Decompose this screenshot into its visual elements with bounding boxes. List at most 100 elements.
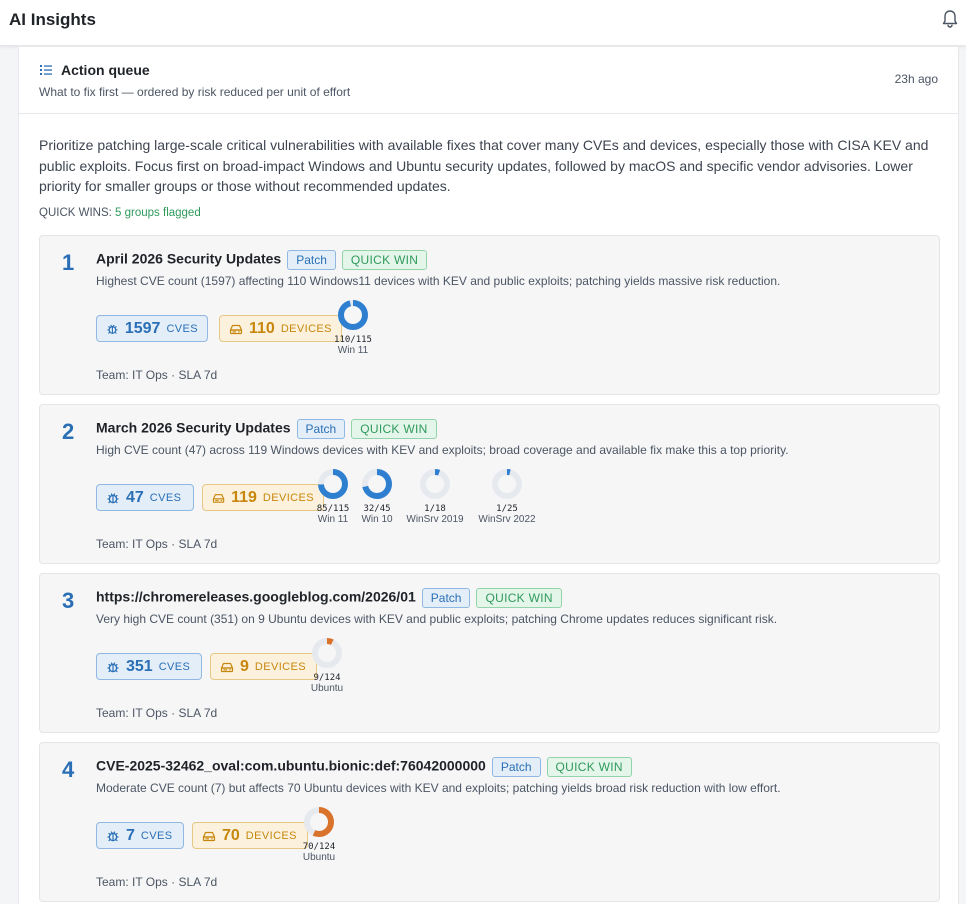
coverage-donut (420, 469, 450, 499)
cve-count: 1597 (124, 319, 161, 337)
platform-name: Ubuntu (302, 852, 336, 863)
action-card[interactable]: 2 March 2026 Security Updates Patch QUICK W… (39, 404, 940, 564)
action-queue-subtitle: What to fix first — ordered by risk redu… (39, 85, 351, 99)
quick-win-tag: QUICK WIN (341, 250, 428, 270)
bug-icon (107, 661, 119, 672)
platform-name: Win 11 (337, 345, 369, 356)
cve-count-chip[interactable]: 351 CVES (96, 653, 202, 680)
card-title-text: April 2026 Security Updates (96, 250, 282, 267)
card-description: Very high CVE count (351) on 9 Ubuntu de… (96, 612, 778, 626)
quick-win-tag: QUICK WIN (476, 588, 562, 608)
platform-name: Ubuntu (310, 683, 344, 694)
quick-wins-count: 5 groups flagged (115, 207, 201, 219)
rank-number: 4 (62, 757, 75, 782)
updated-timestamp: 23h ago (894, 72, 938, 86)
page-title: AI Insights (9, 10, 96, 29)
device-count: 119 (231, 488, 257, 506)
rank-number: 2 (62, 419, 75, 444)
coverage-donut (312, 638, 342, 668)
platform-coverage[interactable]: 1/18 WinSrv 2019 (403, 467, 467, 525)
platform-name: WinSrv 2022 (478, 514, 536, 525)
quick-win-tag: QUICK WIN (351, 419, 437, 439)
patch-tag: Patch (491, 757, 541, 777)
platform-name: Win 11 (317, 514, 349, 525)
action-queue-panel: Action queue What to fix first — ordered… (18, 47, 959, 904)
patch-tag: Patch (421, 588, 471, 608)
coverage-donut (362, 469, 392, 499)
cve-count-chip[interactable]: 7 CVES (96, 822, 184, 849)
coverage-donut (338, 300, 368, 330)
platform-coverage[interactable]: 1/25 WinSrv 2022 (473, 467, 541, 525)
hard-drive-icon (229, 324, 243, 334)
cve-count-chip[interactable]: 1597 CVES (96, 315, 208, 342)
device-count-chip[interactable]: 70 DEVICES (192, 822, 308, 849)
hard-drive-icon (202, 831, 216, 841)
platform-coverage[interactable]: 85/115 Win 11 (309, 467, 357, 525)
hard-drive-icon (220, 662, 234, 672)
platform-fraction: 9/124 (313, 673, 341, 683)
coverage-donut (318, 469, 348, 499)
card-title: CVE-2025-32462_oval:com.ubuntu.bionic:de… (96, 757, 632, 777)
device-label: DEVICES (262, 491, 314, 504)
device-count: 70 (222, 826, 240, 844)
platform-coverage[interactable]: 70/124 Ubuntu (295, 805, 343, 863)
cve-label: CVES (149, 491, 182, 504)
cve-label: CVES (158, 660, 191, 673)
cve-label: CVES (166, 322, 198, 335)
device-count: 110 (249, 319, 275, 337)
quick-wins-summary: QUICK WINS: 5 groups flagged (39, 207, 201, 219)
platform-fraction: 85/115 (316, 504, 350, 514)
device-label: DEVICES (254, 660, 306, 673)
device-count-chip[interactable]: 119 DEVICES (202, 484, 324, 511)
platform-name: Win 10 (361, 514, 393, 525)
list-icon (40, 65, 52, 75)
device-count: 9 (240, 657, 249, 675)
device-count-chip[interactable]: 9 DEVICES (210, 653, 317, 680)
cve-count-chip[interactable]: 47 CVES (96, 484, 194, 511)
platform-coverage[interactable]: 110/115 Win 11 (329, 298, 377, 356)
platform-fraction: 110/115 (334, 335, 372, 345)
platform-fraction: 1/18 (424, 504, 446, 514)
quick-wins-label: QUICK WINS: (39, 207, 112, 219)
cve-label: CVES (140, 829, 173, 842)
rank-number: 1 (62, 250, 75, 275)
platform-coverage[interactable]: 9/124 Ubuntu (303, 636, 351, 694)
team-sla: Team: IT Ops · SLA 7d (96, 875, 218, 889)
top-bar: AI Insights (0, 0, 966, 46)
team-sla: Team: IT Ops · SLA 7d (96, 537, 218, 551)
device-label: DEVICES (245, 829, 297, 842)
bug-icon (107, 830, 119, 841)
card-title-text: March 2026 Security Updates (96, 419, 291, 436)
rank-number: 3 (62, 588, 75, 613)
quick-win-tag: QUICK WIN (546, 757, 632, 777)
patch-tag: Patch (296, 419, 346, 439)
action-queue-header: Action queue What to fix first — ordered… (19, 47, 958, 114)
platform-fraction: 70/124 (302, 842, 336, 852)
device-count-chip[interactable]: 110 DEVICES (219, 315, 342, 342)
card-title-text: https://chromereleases.googleblog.com/20… (96, 588, 416, 605)
card-title: https://chromereleases.googleblog.com/20… (96, 588, 562, 608)
team-sla: Team: IT Ops · SLA 7d (96, 368, 218, 382)
platform-fraction: 1/25 (496, 504, 518, 514)
cve-count: 7 (126, 826, 135, 844)
coverage-donut (492, 469, 522, 499)
card-title-text: CVE-2025-32462_oval:com.ubuntu.bionic:de… (96, 757, 486, 774)
card-description: Moderate CVE count (7) but affects 70 Ub… (96, 781, 781, 795)
cve-count: 47 (126, 488, 144, 506)
bell-icon[interactable] (941, 9, 959, 29)
card-title: April 2026 Security Updates Patch QUICK WI… (96, 250, 428, 270)
action-card[interactable]: 1 April 2026 Security Updates Patch QUICK W… (39, 235, 940, 395)
action-card[interactable]: 4 CVE-2025-32462_oval:com.ubuntu.bionic:d… (39, 742, 940, 902)
card-description: Highest CVE count (1597) affecting 110 W… (96, 274, 781, 288)
platform-coverage[interactable]: 32/45 Win 10 (353, 467, 401, 525)
patch-tag: Patch (287, 250, 336, 270)
device-label: DEVICES (280, 322, 332, 335)
bug-icon (107, 492, 119, 503)
hard-drive-icon (212, 493, 225, 503)
platform-name: WinSrv 2019 (406, 514, 464, 525)
action-card[interactable]: 3 https://chromereleases.googleblog.com/2… (39, 573, 940, 733)
cve-count: 351 (126, 657, 153, 675)
platform-fraction: 32/45 (363, 504, 391, 514)
bug-icon (107, 324, 118, 334)
action-queue-title: Action queue (61, 62, 150, 78)
